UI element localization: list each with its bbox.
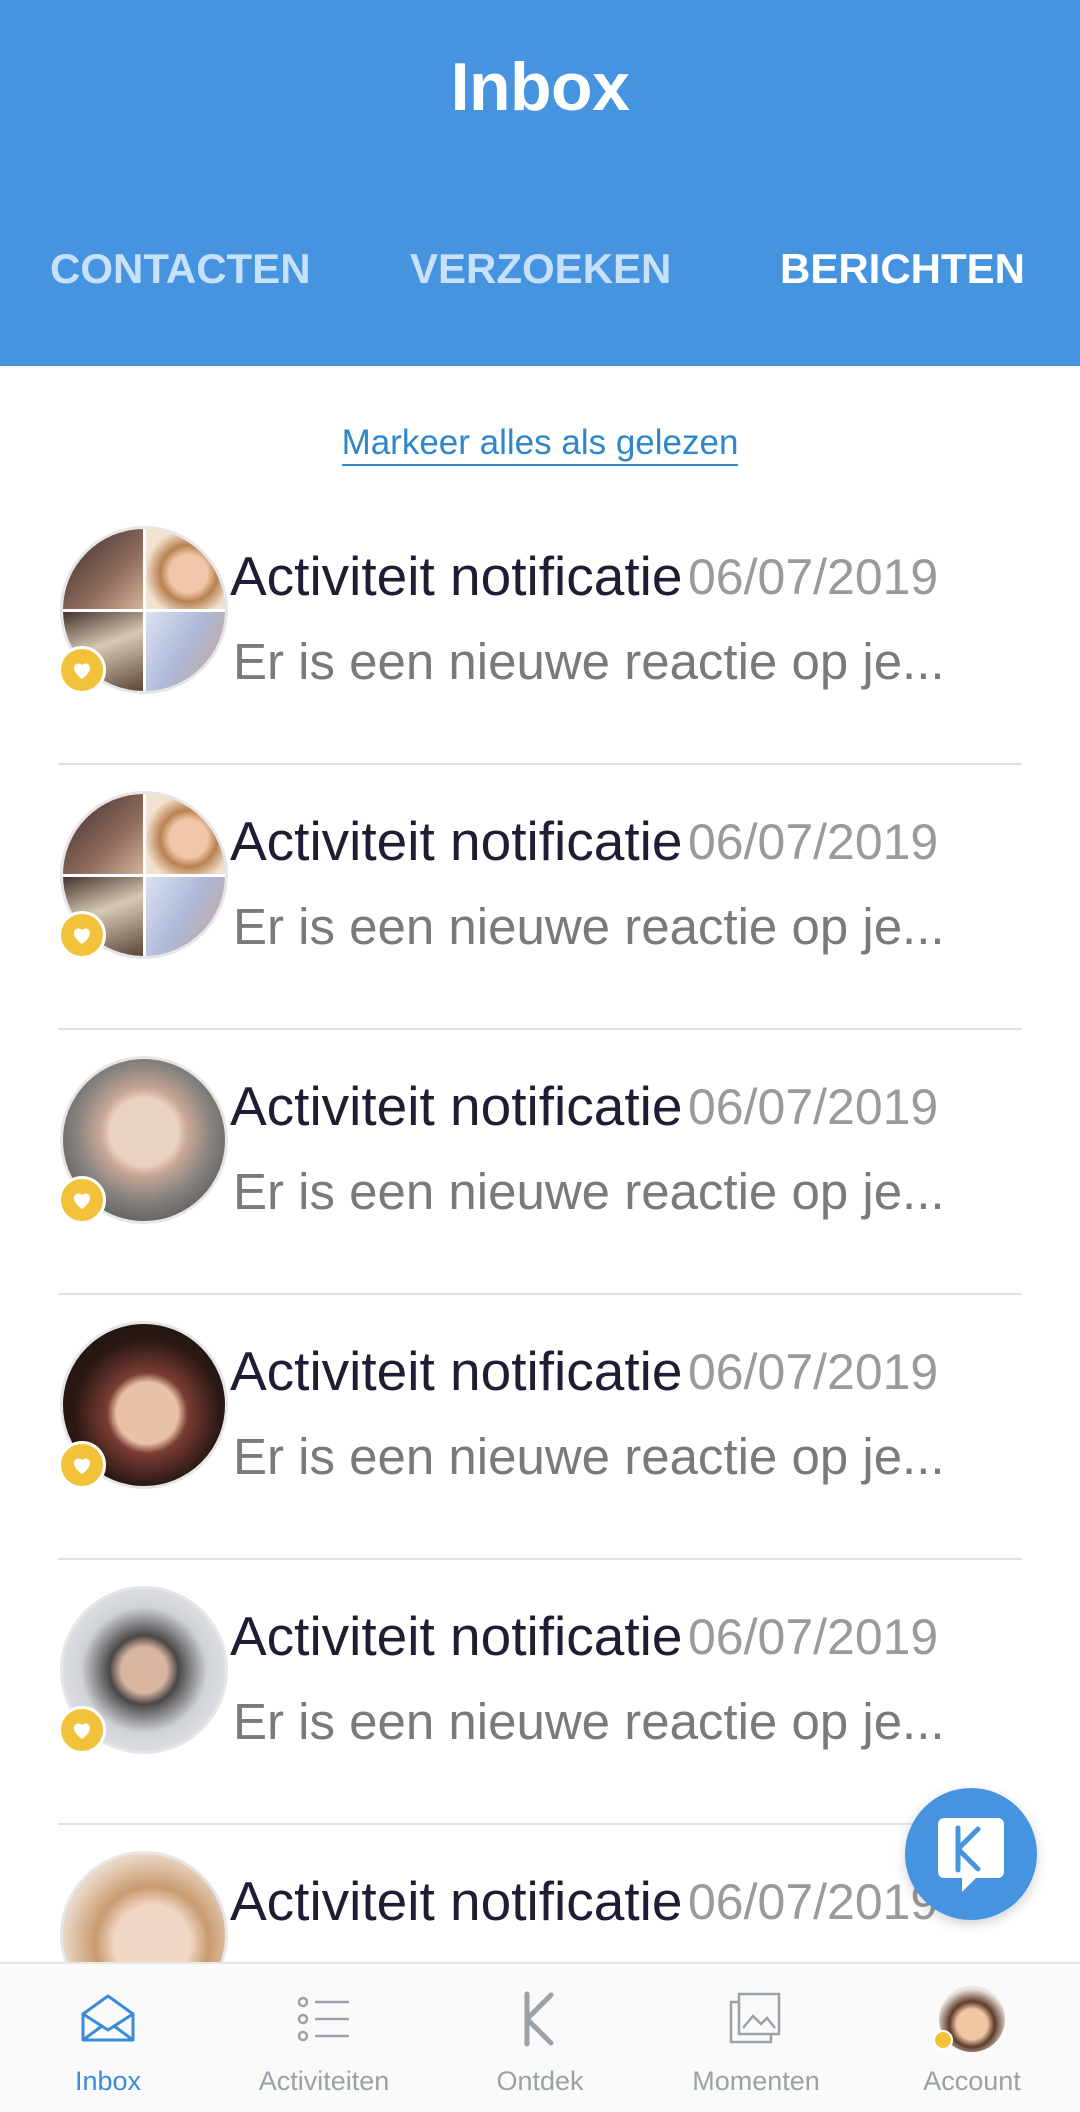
heart-badge-icon [58,1176,106,1224]
message-list[interactable]: Activiteit notificatie 06/07/2019 Er is … [0,500,1080,1962]
message-sender: Activiteit notificatie [230,1340,683,1402]
message-row[interactable]: Activiteit notificatie 06/07/2019 Er is … [58,765,1022,1030]
k-logo-icon [524,1991,554,2047]
mark-all-read-container: Markeer alles als gelezen [0,423,1080,466]
message-preview: Er is een nieuwe reactie op je... [233,1163,945,1220]
heart-badge-icon [58,1441,106,1489]
message-row[interactable]: Activiteit notificatie 06/07/2019 Er is … [58,1295,1022,1560]
heart-badge-icon [58,646,106,694]
nav-label: Inbox [74,2066,142,2096]
message-sender: Activiteit notificatie [230,1605,683,1667]
nav-activiteiten[interactable]: Activiteiten [216,1964,432,2112]
photos-icon [729,1992,781,2044]
status-dot [933,2030,953,2050]
message-preview: Er is een nieuwe reactie op je... [233,898,945,955]
message-sender: Activiteit notificatie [230,545,683,607]
page-title: Inbox [450,49,630,125]
tab-contacten[interactable]: CONTACTEN [50,245,311,293]
chat-fab-button[interactable] [905,1788,1037,1920]
message-sender: Activiteit notificatie [230,810,683,872]
message-date: 06/07/2019 [688,1609,939,1665]
nav-inbox[interactable]: Inbox [0,1964,216,2112]
mark-all-read-link[interactable]: Markeer alles als gelezen [341,423,739,466]
tab-berichten[interactable]: BERICHTEN [780,245,1025,293]
user-avatar [60,1851,228,1962]
k-chat-icon [938,1818,1004,1892]
message-date: 06/07/2019 [688,814,939,870]
message-date: 06/07/2019 [688,1079,939,1135]
message-preview: Er is een nieuwe reactie op je... [233,1693,945,1750]
nav-momenten[interactable]: Momenten [648,1964,864,2112]
bottom-nav: Inbox Activiteiten Ontdek Momenten Accou… [0,1962,1080,2112]
message-sender: Activiteit notificatie [230,1870,683,1932]
inbox-tabs: CONTACTEN VERZOEKEN BERICHTEN [0,245,1080,305]
message-preview: Er is een nieuwe reactie op je... [233,1428,945,1485]
message-date: 06/07/2019 [688,549,939,605]
message-row[interactable]: Activiteit notificatie 06/07/2019 Er is … [58,1030,1022,1295]
nav-label: Activiteiten [258,2066,390,2096]
account-avatar [933,1986,1005,2052]
nav-account[interactable]: Account [864,1964,1080,2112]
message-row[interactable]: Activiteit notificatie 06/07/2019 [58,1825,1022,1962]
envelope-icon [81,1994,135,2042]
nav-ontdek[interactable]: Ontdek [432,1964,648,2112]
message-row[interactable]: Activiteit notificatie 06/07/2019 Er is … [58,500,1022,765]
message-row[interactable]: Activiteit notificatie 06/07/2019 Er is … [58,1560,1022,1825]
nav-label: Momenten [692,2066,820,2096]
list-icon [297,1996,349,2042]
app-header: Inbox CONTACTEN VERZOEKEN BERICHTEN [0,0,1080,366]
message-sender: Activiteit notificatie [230,1075,683,1137]
heart-badge-icon [58,1706,106,1754]
nav-label: Account [923,2066,1021,2096]
tab-verzoeken[interactable]: VERZOEKEN [410,245,671,293]
message-date: 06/07/2019 [688,1344,939,1400]
message-date: 06/07/2019 [688,1874,939,1930]
nav-label: Ontdek [496,2066,584,2096]
heart-badge-icon [58,911,106,959]
message-preview: Er is een nieuwe reactie op je... [233,633,945,690]
